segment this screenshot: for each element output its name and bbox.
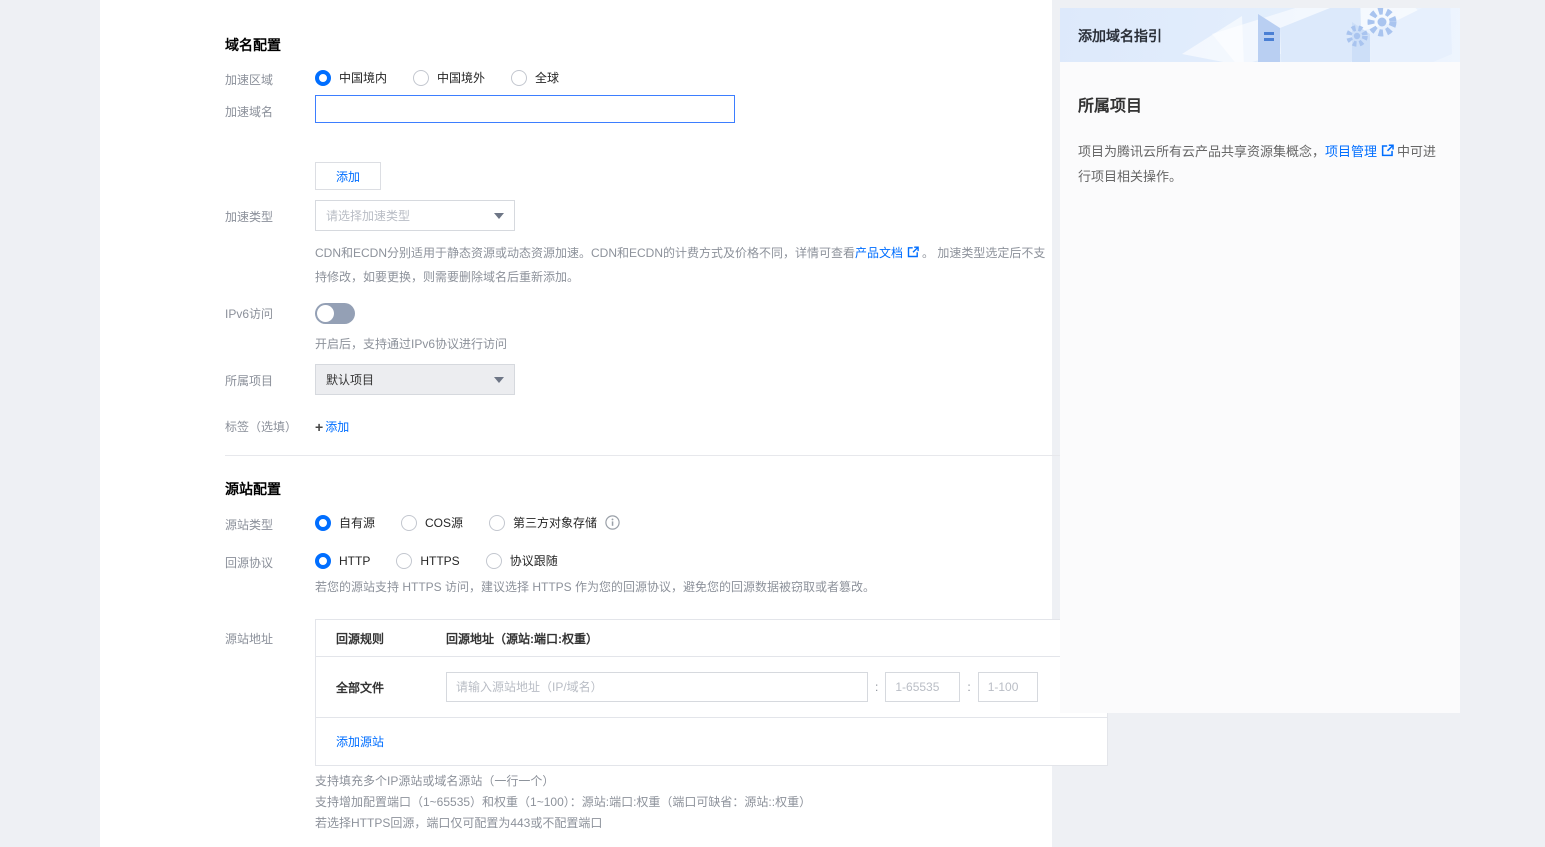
accel-type-label: 加速类型 xyxy=(225,200,315,225)
sidebar-title: 添加域名指引 xyxy=(1078,26,1162,46)
product-doc-link[interactable]: 产品文档 xyxy=(855,246,903,260)
accel-domain-label: 加速域名 xyxy=(225,95,315,120)
radio-own-origin[interactable]: 自有源 xyxy=(315,514,375,531)
accel-region-row: 加速区域 中国境内 中国境外 全球 xyxy=(225,69,585,88)
note-line: 支持填充多个IP源站或域名源站（一行一个） xyxy=(315,771,811,792)
origin-protocol-radio-group: HTTP HTTPS 协议跟随 xyxy=(315,552,875,569)
radio-icon xyxy=(486,553,502,569)
project-row: 所属项目 默认项目 xyxy=(225,364,515,395)
toggle-knob xyxy=(317,305,334,322)
external-link-icon xyxy=(1381,141,1394,165)
section-title-origin-config: 源站配置 xyxy=(225,479,281,499)
note-line: 若选择HTTPS回源，端口仅可配置为443或不配置端口 xyxy=(315,813,811,834)
origin-type-label: 源站类型 xyxy=(225,514,315,533)
radio-china-mainland[interactable]: 中国境内 xyxy=(315,69,387,86)
radio-http[interactable]: HTTP xyxy=(315,553,370,569)
add-tag-link[interactable]: + 添加 xyxy=(315,418,349,435)
radio-global[interactable]: 全球 xyxy=(511,69,559,86)
domain-config-panel: 域名配置 加速区域 中国境内 中国境外 全球 加速域名 添加 加速类 xyxy=(100,0,1052,847)
ipv6-row: IPv6访问 开启后，支持通过IPv6协议进行访问 xyxy=(225,303,507,355)
origin-protocol-help: 若您的源站支持 HTTPS 访问，建议选择 HTTPS 作为您的回源协议，避免您… xyxy=(315,577,875,598)
project-management-link[interactable]: 项目管理 xyxy=(1325,144,1377,159)
origin-type-radio-group: 自有源 COS源 第三方对象存储 xyxy=(315,514,620,531)
rule-cell: 全部文件 xyxy=(336,679,446,696)
note-line: 支持增加配置端口（1~65535）和权重（1~100）：源站:端口:权重（端口可… xyxy=(315,792,811,813)
add-button-row: 添加 xyxy=(225,162,381,190)
col-header-address: 回源地址（源站:端口:权重） xyxy=(446,630,1037,647)
accel-domain-row: 加速域名 xyxy=(225,95,735,123)
add-origin-link[interactable]: 添加源站 xyxy=(336,733,384,750)
section-divider xyxy=(225,455,1135,456)
external-link-icon xyxy=(907,243,919,266)
project-label: 所属项目 xyxy=(225,364,315,389)
origin-protocol-row: 回源协议 HTTP HTTPS 协议跟随 若您的源站支持 HTTPS 访问，建议… xyxy=(225,552,875,598)
radio-icon xyxy=(401,515,417,531)
accel-region-label: 加速区域 xyxy=(225,69,315,88)
ipv6-help: 开启后，支持通过IPv6协议进行访问 xyxy=(315,334,507,355)
chevron-down-icon xyxy=(494,213,504,219)
origin-address-table: 回源规则 回源地址（源站:端口:权重） 操作 全部文件 : : 添加源站 xyxy=(315,619,1108,766)
ipv6-toggle[interactable] xyxy=(315,303,355,324)
tags-row: 标签（选填） + 添加 xyxy=(225,418,349,435)
col-header-rule: 回源规则 xyxy=(336,630,446,647)
banner-illustration xyxy=(1130,8,1460,62)
origin-address-input[interactable] xyxy=(446,672,868,702)
origin-address-label: 源站地址 xyxy=(225,630,315,647)
origin-table-header: 回源规则 回源地址（源站:端口:权重） 操作 xyxy=(316,620,1107,657)
plus-icon: + xyxy=(315,419,323,435)
sidebar-section-title: 所属项目 xyxy=(1078,92,1442,116)
accel-type-help: CDN和ECDN分别适用于静态资源或动态资源加速。CDN和ECDN的计费方式及价… xyxy=(315,242,1052,289)
ipv6-label: IPv6访问 xyxy=(225,303,315,322)
origin-type-row: 源站类型 自有源 COS源 第三方对象存储 xyxy=(225,514,620,533)
project-select[interactable]: 默认项目 xyxy=(315,364,515,395)
add-button[interactable]: 添加 xyxy=(315,162,381,190)
accel-region-radio-group: 中国境内 中国境外 全球 xyxy=(315,69,585,86)
origin-address-label-row: 源站地址 xyxy=(225,630,315,647)
origin-protocol-label: 回源协议 xyxy=(225,552,315,571)
radio-icon xyxy=(511,70,527,86)
colon-separator: : xyxy=(875,680,878,694)
radio-icon xyxy=(396,553,412,569)
info-icon[interactable] xyxy=(605,515,620,530)
radio-follow-protocol[interactable]: 协议跟随 xyxy=(486,552,558,569)
radio-third-party-storage[interactable]: 第三方对象存储 xyxy=(489,514,597,531)
radio-icon xyxy=(413,70,429,86)
sidebar-body: 项目为腾讯云所有云产品共享资源集概念，项目管理中可进行项目相关操作。 xyxy=(1078,140,1442,189)
accel-type-select[interactable]: 请选择加速类型 xyxy=(315,200,515,231)
sidebar-banner: 添加域名指引 xyxy=(1060,8,1460,62)
radio-selected-icon xyxy=(315,553,331,569)
radio-outside-china[interactable]: 中国境外 xyxy=(413,69,485,86)
origin-address-notes: 支持填充多个IP源站或域名源站（一行一个） 支持增加配置端口（1~65535）和… xyxy=(315,771,811,834)
origin-table-footer: 添加源站 xyxy=(316,717,1107,765)
origin-weight-input[interactable] xyxy=(978,672,1038,702)
accel-type-row: 加速类型 请选择加速类型 CDN和ECDN分别适用于静态资源或动态资源加速。CD… xyxy=(225,200,1052,289)
colon-separator: : xyxy=(967,680,970,694)
origin-port-input[interactable] xyxy=(885,672,960,702)
tags-label: 标签（选填） xyxy=(225,418,315,435)
radio-cos-origin[interactable]: COS源 xyxy=(401,514,463,531)
origin-table-row: 全部文件 : : xyxy=(316,657,1107,717)
guide-sidebar: 添加域名指引 所属项目 项目为腾讯云所有云产品共享资源集概念，项目管理中可进行项… xyxy=(1060,8,1460,713)
accel-domain-input[interactable] xyxy=(315,95,735,123)
radio-https[interactable]: HTTPS xyxy=(396,553,459,569)
chevron-down-icon xyxy=(494,377,504,383)
radio-icon xyxy=(489,515,505,531)
radio-selected-icon xyxy=(315,515,331,531)
section-title-domain-config: 域名配置 xyxy=(225,35,281,55)
address-cell: : : xyxy=(446,672,1038,702)
radio-selected-icon xyxy=(315,70,331,86)
